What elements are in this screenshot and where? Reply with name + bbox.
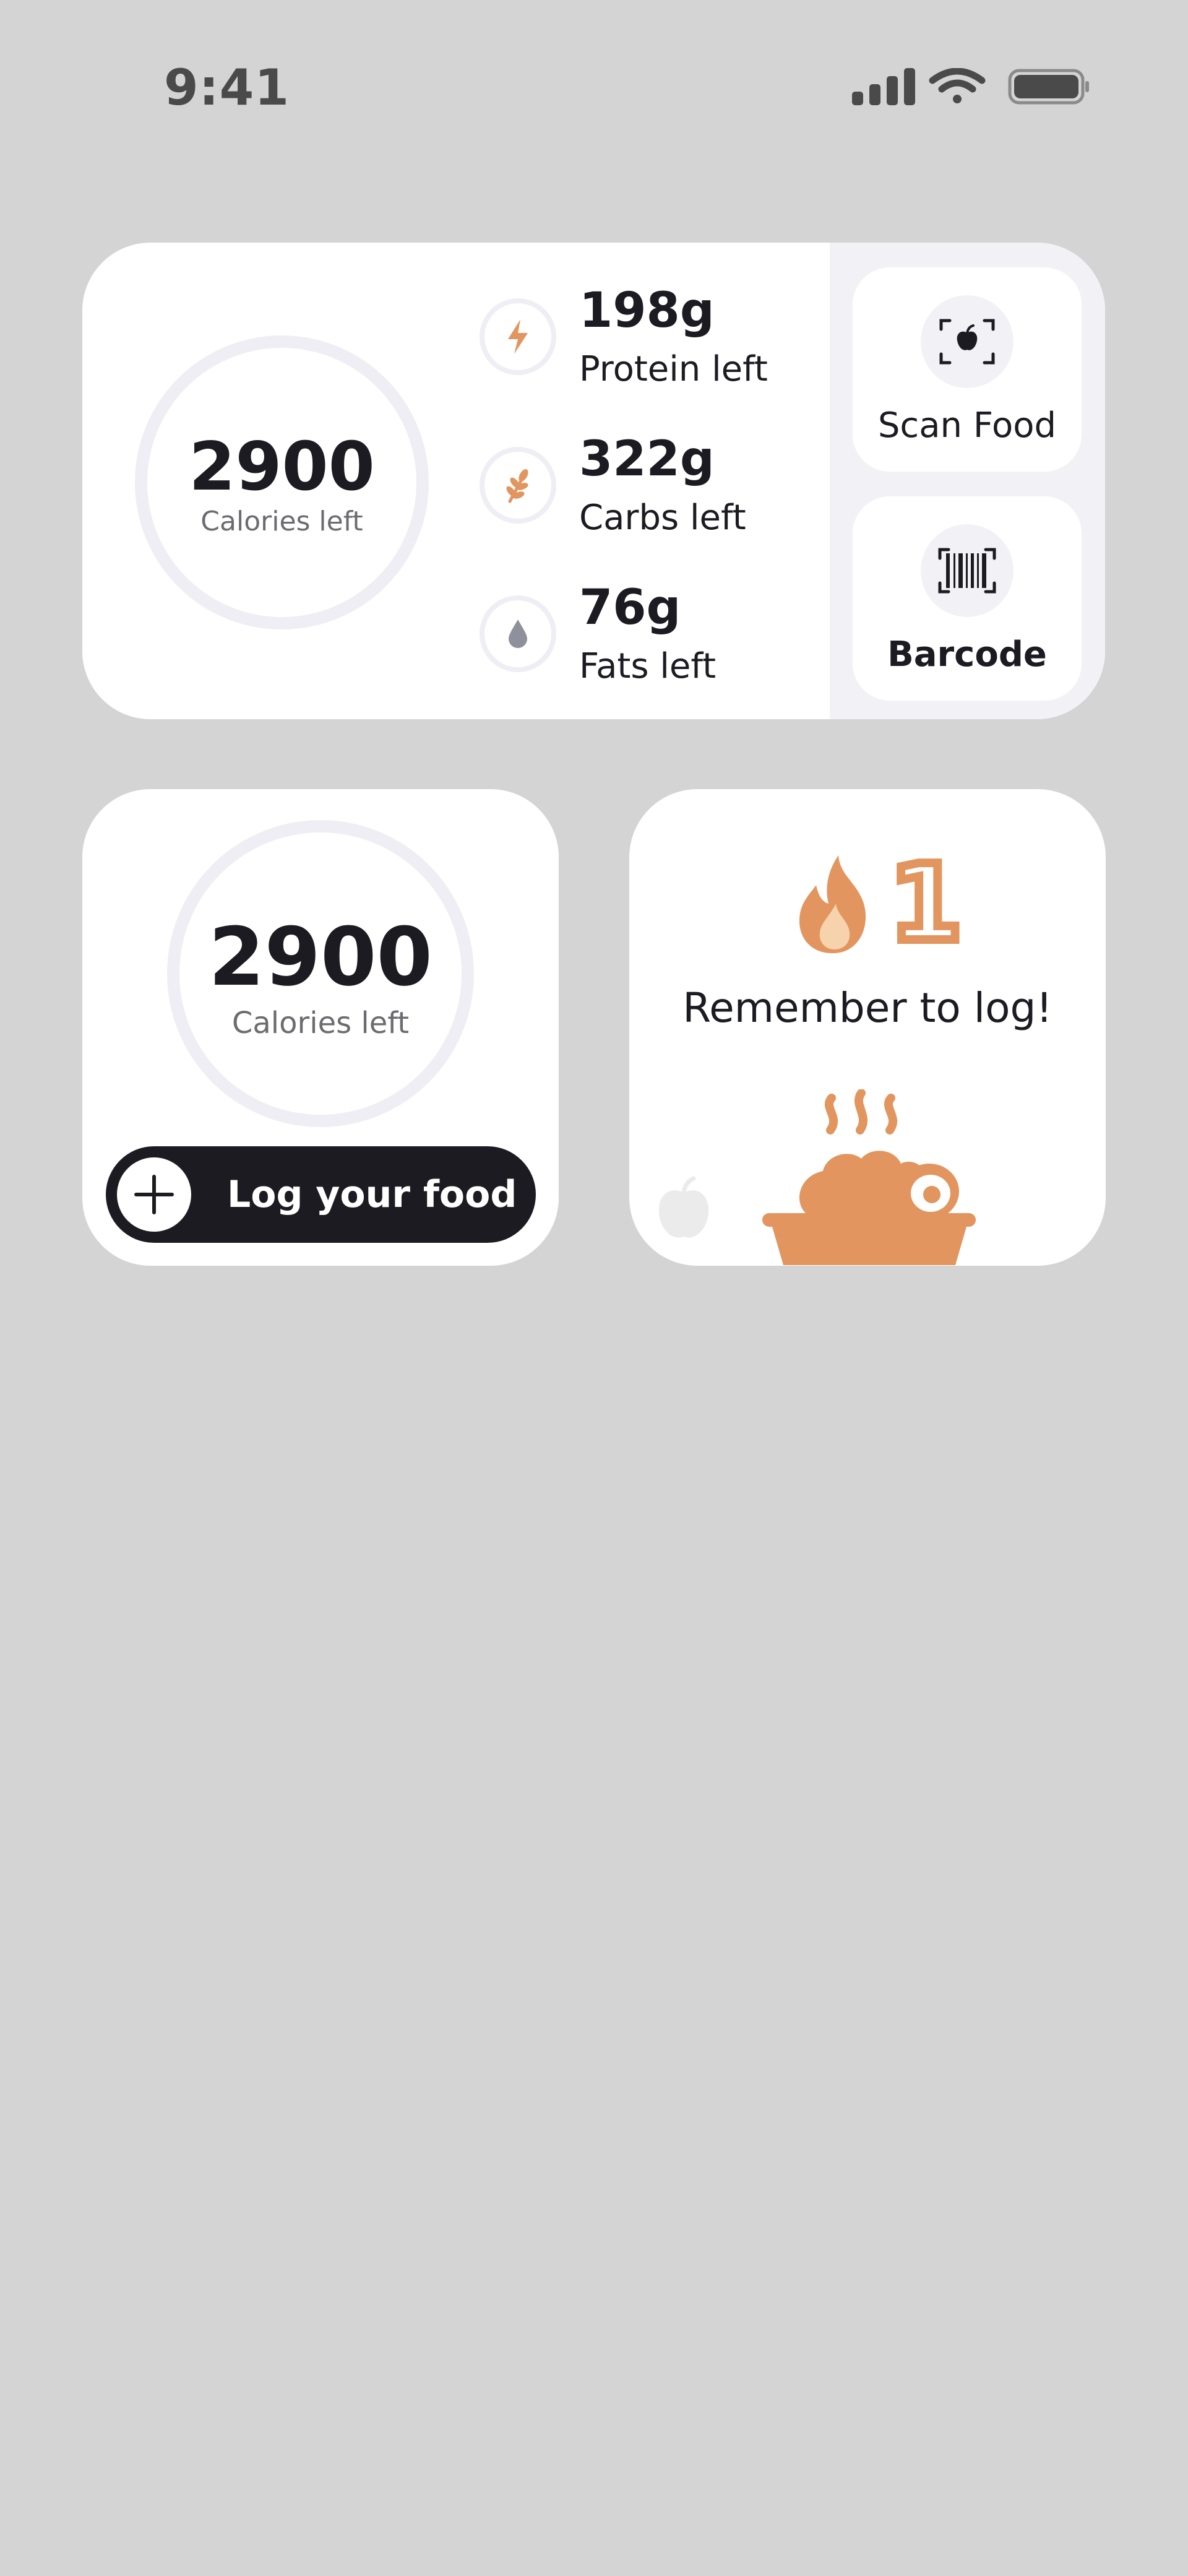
calories-label: Calories left (200, 506, 363, 537)
carbs-icon-circle (480, 447, 556, 524)
small-calories-value: 2900 (209, 910, 433, 1004)
fats-icon-circle (480, 595, 556, 672)
carbs-value: 322g (579, 431, 715, 487)
carbs-label: Carbs left (579, 498, 746, 538)
apple-icon (658, 1176, 709, 1238)
log-food-label: Log your food (227, 1173, 517, 1216)
actions-panel: Scan Food Barcode (830, 243, 1105, 719)
status-time: 9:41 (164, 59, 290, 116)
protein-label: Protein left (579, 349, 768, 389)
battery-icon (1008, 69, 1089, 105)
calories-value: 2900 (189, 428, 375, 506)
barcode-label: Barcode (887, 634, 1047, 675)
scan-food-button[interactable]: Scan Food (853, 267, 1082, 472)
scan-icon-circle (921, 295, 1014, 388)
protein-value: 198g (579, 283, 715, 339)
barcode-button[interactable]: Barcode (853, 496, 1082, 701)
status-icons (849, 67, 1090, 105)
scan-food-label: Scan Food (877, 405, 1057, 446)
protein-icon-circle (480, 298, 556, 375)
large-nutrition-widget[interactable]: 2900 Calories left 198g Protein left 322… (82, 243, 1105, 719)
signal-icon (852, 68, 915, 105)
streak-message: Remember to log! (682, 984, 1052, 1032)
lightning-icon (508, 319, 528, 354)
fats-label: Fats left (579, 646, 717, 686)
streak-count: 1 (885, 842, 966, 965)
scan-apple-icon (939, 319, 995, 365)
wifi-icon (929, 67, 986, 103)
barcode-icon-circle (921, 524, 1014, 617)
fats-value: 76g (579, 580, 681, 636)
plus-icon-circle (117, 1157, 191, 1232)
drop-icon (509, 620, 527, 648)
small-calories-label: Calories left (231, 1006, 410, 1040)
barcode-icon (938, 548, 996, 594)
streak-widget[interactable]: 1 Remember to log! (629, 789, 1106, 1266)
food-dish-icon (762, 1089, 976, 1265)
small-calories-widget[interactable]: 2900 Calories left Log your food (82, 789, 559, 1266)
wheat-icon (506, 469, 528, 503)
plus-icon (134, 1175, 174, 1214)
flame-icon (799, 855, 866, 954)
log-food-button[interactable]: Log your food (106, 1146, 536, 1243)
